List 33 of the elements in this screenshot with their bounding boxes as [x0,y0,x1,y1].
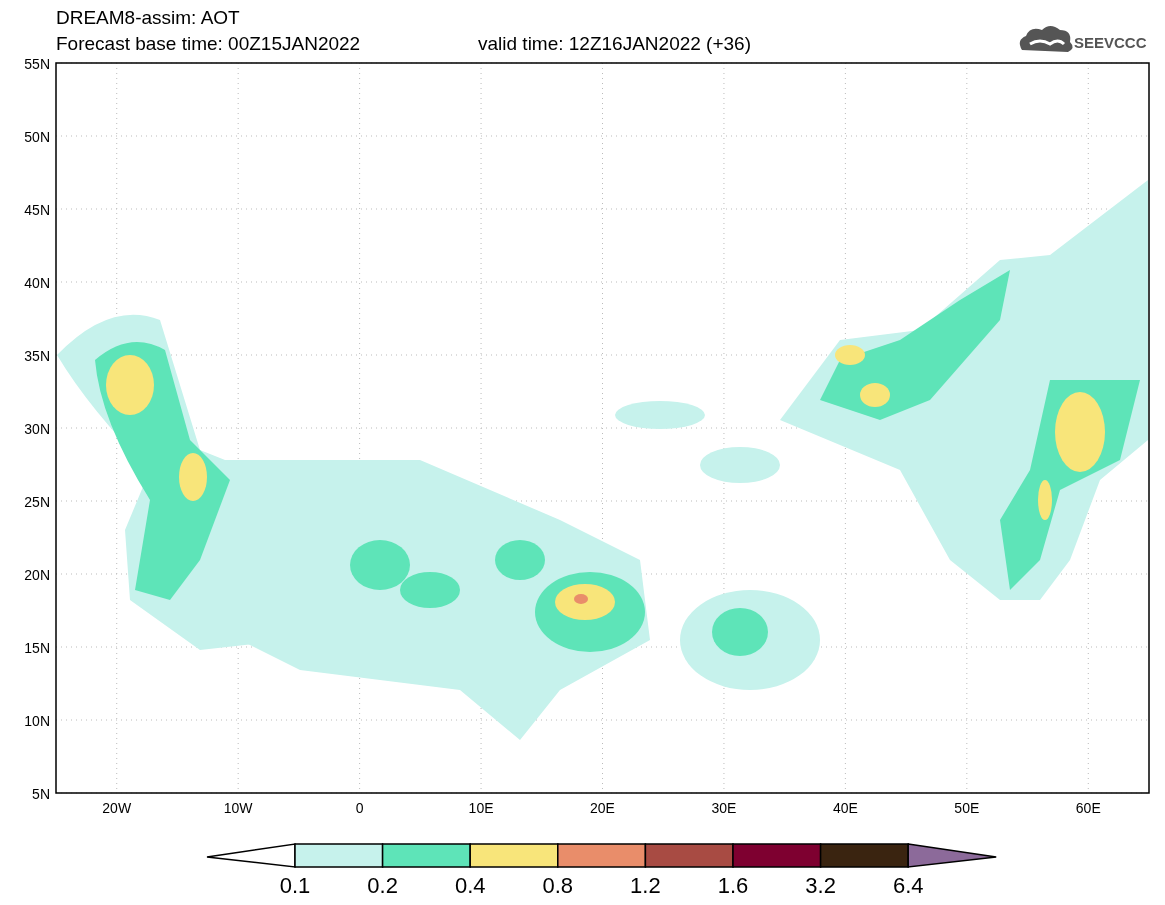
product-title: DREAM8-assim: AOT [56,7,240,28]
longitude-label: 20E [590,800,615,816]
longitude-label: 20W [102,800,132,816]
latitude-label: 40N [24,275,50,291]
longitude-label: 60E [1075,800,1101,816]
latitude-label: 25N [24,494,50,510]
longitude-label: 0 [355,800,364,816]
longitude-label: 10E [468,800,494,816]
latitude-label: 35N [24,348,50,364]
longitude-label: 10W [223,800,253,816]
colorbar-label: 0.1 [279,873,311,898]
colorbar-label: 0.2 [367,873,398,898]
colorbar-label: 0.8 [542,873,574,898]
latitude-label: 50N [24,129,50,145]
latitude-label: 30N [24,421,50,437]
latitude-label: 5N [32,786,50,802]
longitude-label: 30E [711,800,737,816]
latitude-label: 15N [24,640,50,656]
logo-text: SEEVCCC [1074,34,1147,51]
latitude-label: 55N [24,56,50,72]
valid-time-text: valid time: 12Z16JAN2022 (+36) [478,33,751,54]
colorbar-label: 1.2 [630,873,661,898]
latitude-label: 45N [24,202,50,218]
latitude-label: 20N [24,567,50,583]
colorbar-label: 3.2 [805,873,836,898]
colorbar-label: 1.6 [717,873,749,898]
longitude-label: 40E [832,800,858,816]
colorbar-label: 6.4 [892,873,924,898]
cloud-logo-icon [1019,26,1073,52]
colorbar-label: 0.4 [454,873,486,898]
longitude-label: 50E [954,800,980,816]
latitude-label: 10N [24,713,50,729]
base-time-text: Forecast base time: 00Z15JAN2022 [56,33,361,54]
